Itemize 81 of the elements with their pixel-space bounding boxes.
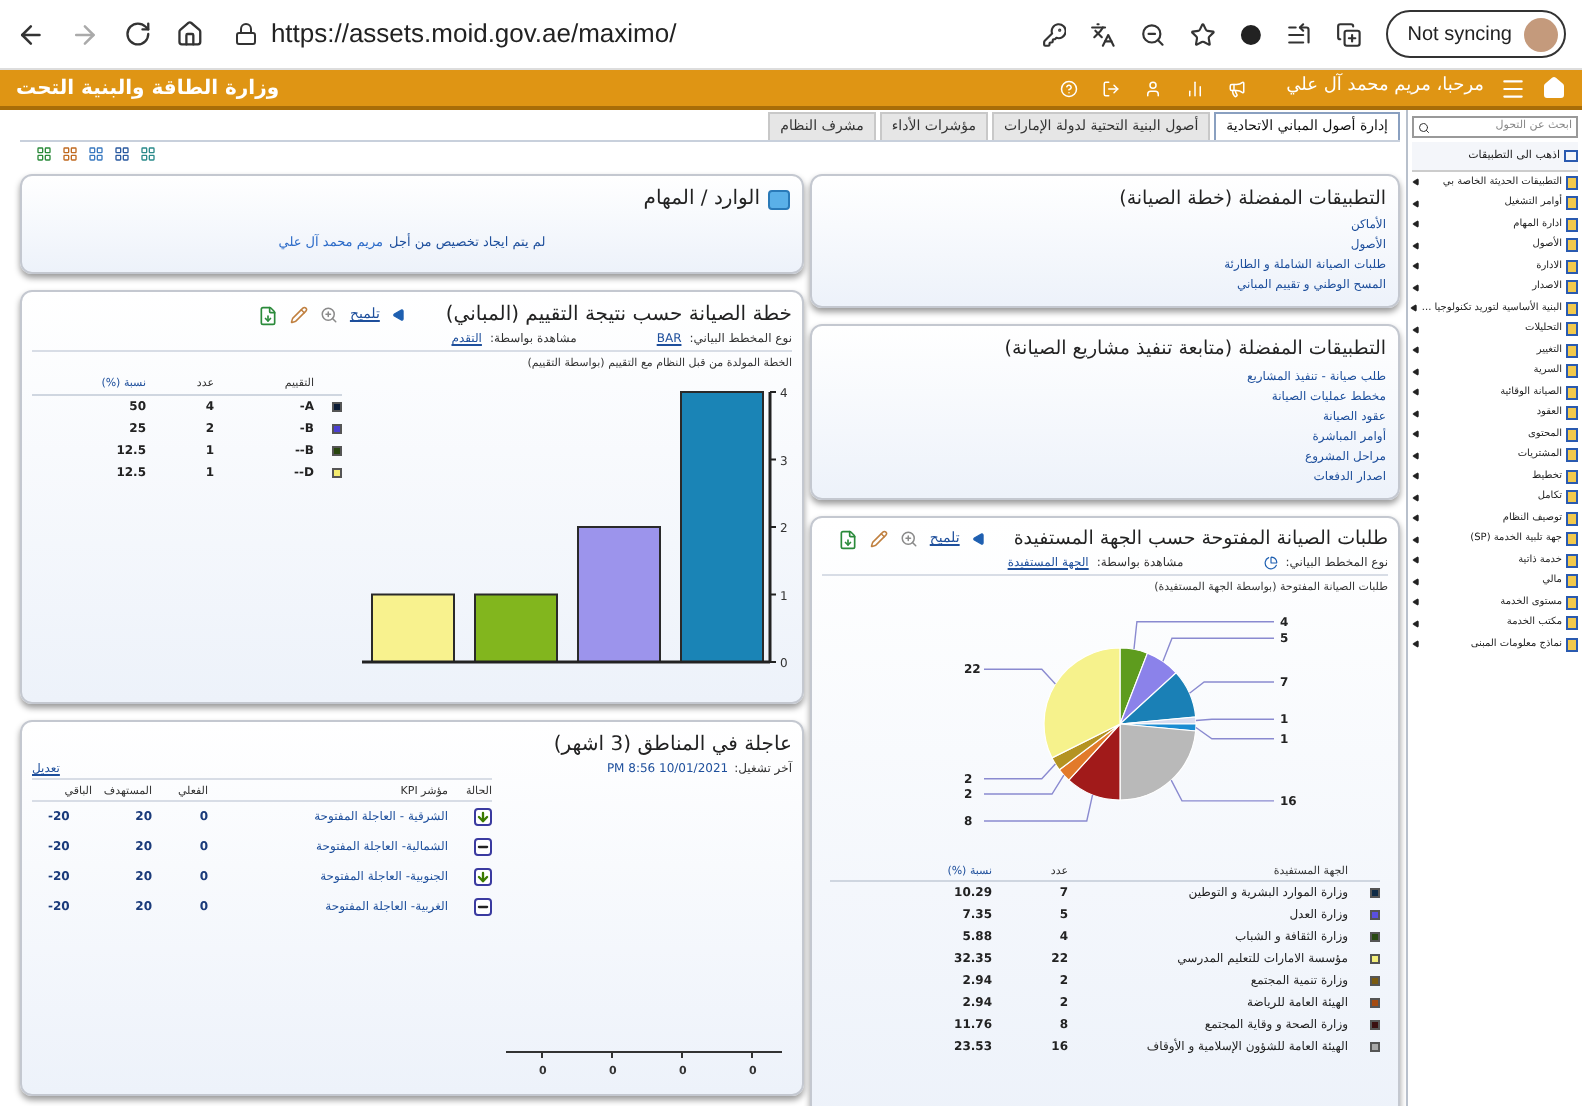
panel-title: التطبيقات المفضلة (خطة الصيانة): [1117, 186, 1386, 214]
leader-line: [1188, 681, 1275, 694]
user-icon[interactable]: [1144, 79, 1163, 97]
submenu-arrow-icon: [1412, 514, 1420, 523]
play-icon[interactable]: [391, 308, 406, 322]
submenu-arrow-icon: [1412, 556, 1420, 565]
forward-icon[interactable]: [69, 19, 100, 49]
pencil-icon[interactable]: [869, 530, 888, 549]
pencil-icon[interactable]: [289, 306, 308, 324]
submenu-arrow-icon: [1412, 325, 1420, 334]
submenu-arrow-icon: [1412, 199, 1420, 208]
export-icon[interactable]: [837, 529, 858, 550]
submenu-arrow-icon: [1412, 577, 1420, 586]
panel-title: طلبات الصيانة المفتوحة حسب الجهة المستفيدة: [1013, 525, 1388, 553]
panel-title: الوارد / المهام: [643, 186, 760, 214]
lock-icon: [234, 22, 259, 46]
submenu-arrow-icon: [1412, 598, 1420, 607]
pie-chart-icon[interactable]: [1263, 555, 1278, 570]
submenu-arrow-icon: [1412, 283, 1420, 292]
translate-icon[interactable]: [1090, 21, 1117, 47]
leader-line: [983, 668, 1057, 685]
chart-icon[interactable]: [1186, 79, 1205, 97]
key-icon[interactable]: [1041, 21, 1067, 47]
leader-line: [1195, 726, 1275, 740]
sign-out-icon[interactable]: [1102, 79, 1121, 97]
minus-icon: [474, 898, 492, 917]
submenu-arrow-icon: [1412, 640, 1420, 649]
reload-icon[interactable]: [123, 20, 152, 48]
collections-icon[interactable]: [1335, 21, 1362, 47]
favorites-icon[interactable]: [1286, 21, 1312, 47]
inbox-icon: [768, 189, 790, 209]
zoom-icon[interactable]: [899, 530, 918, 549]
back-icon[interactable]: [16, 19, 46, 49]
submenu-arrow-icon: [1412, 367, 1420, 376]
submenu-arrow-icon: [1412, 262, 1420, 271]
panel-title: خطة الصيانة حسب نتيجة التقييم (المباني): [445, 302, 792, 330]
submenu-arrow-icon: [1412, 535, 1420, 544]
menu-icon[interactable]: [1500, 75, 1526, 101]
sync-button[interactable]: Not syncing: [1385, 10, 1566, 58]
megaphone-icon[interactable]: [1228, 79, 1247, 97]
help-icon[interactable]: [1060, 79, 1079, 97]
leader-line: [1170, 779, 1275, 802]
zoom-icon[interactable]: [319, 306, 338, 324]
submenu-arrow-icon: [1412, 493, 1420, 502]
play-icon[interactable]: [971, 532, 986, 547]
submenu-arrow-icon: [1412, 451, 1420, 460]
submenu-arrow-icon: [1412, 178, 1420, 187]
home-icon[interactable]: [175, 20, 203, 48]
leader-line: [1195, 718, 1275, 722]
toolbar-icon[interactable]: [114, 146, 130, 162]
minus-icon: [474, 838, 492, 857]
leader-line: [1133, 621, 1275, 650]
leader-line: [983, 774, 1065, 795]
export-icon[interactable]: [257, 305, 278, 325]
toolbar-icon[interactable]: [36, 146, 52, 162]
submenu-arrow-icon: [1409, 304, 1418, 313]
url-field[interactable]: https://assets.moid.gov.ae/maximo/: [270, 14, 677, 54]
submenu-arrow-icon: [1412, 409, 1420, 418]
toolbar-icon[interactable]: [140, 146, 156, 162]
toolbar-icon[interactable]: [88, 146, 104, 162]
leader-line: [983, 794, 1094, 822]
leader-line: [1162, 637, 1275, 662]
submenu-arrow-icon: [1412, 241, 1420, 250]
panel-title: التطبيقات المفضلة (متابعة تنفيذ مشاريع الصيانة): [1002, 336, 1386, 365]
leader-line: [983, 763, 1057, 780]
toolbar-icon[interactable]: [62, 146, 78, 162]
star-icon[interactable]: [1190, 21, 1217, 47]
submenu-arrow-icon: [1412, 472, 1420, 481]
welcome-text: مرحبا، مريم محمد آل علي: [1286, 74, 1484, 101]
submenu-arrow-icon: [1412, 346, 1420, 355]
submenu-arrow-icon: [1412, 388, 1420, 397]
search-icon: [1418, 121, 1430, 133]
app-title: وزارة الطاقة والبنية التحت: [16, 75, 280, 103]
panel-title: عاجلة في المناطق (3 اشهر): [553, 732, 792, 760]
avatar-icon: [1524, 17, 1558, 51]
circle-icon[interactable]: [1240, 23, 1262, 45]
submenu-arrow-icon: [1412, 619, 1420, 628]
zoom-out-icon[interactable]: [1140, 21, 1167, 47]
submenu-arrow-icon: [1412, 220, 1420, 229]
apps-icon: [1564, 150, 1578, 162]
submenu-arrow-icon: [1412, 430, 1420, 439]
